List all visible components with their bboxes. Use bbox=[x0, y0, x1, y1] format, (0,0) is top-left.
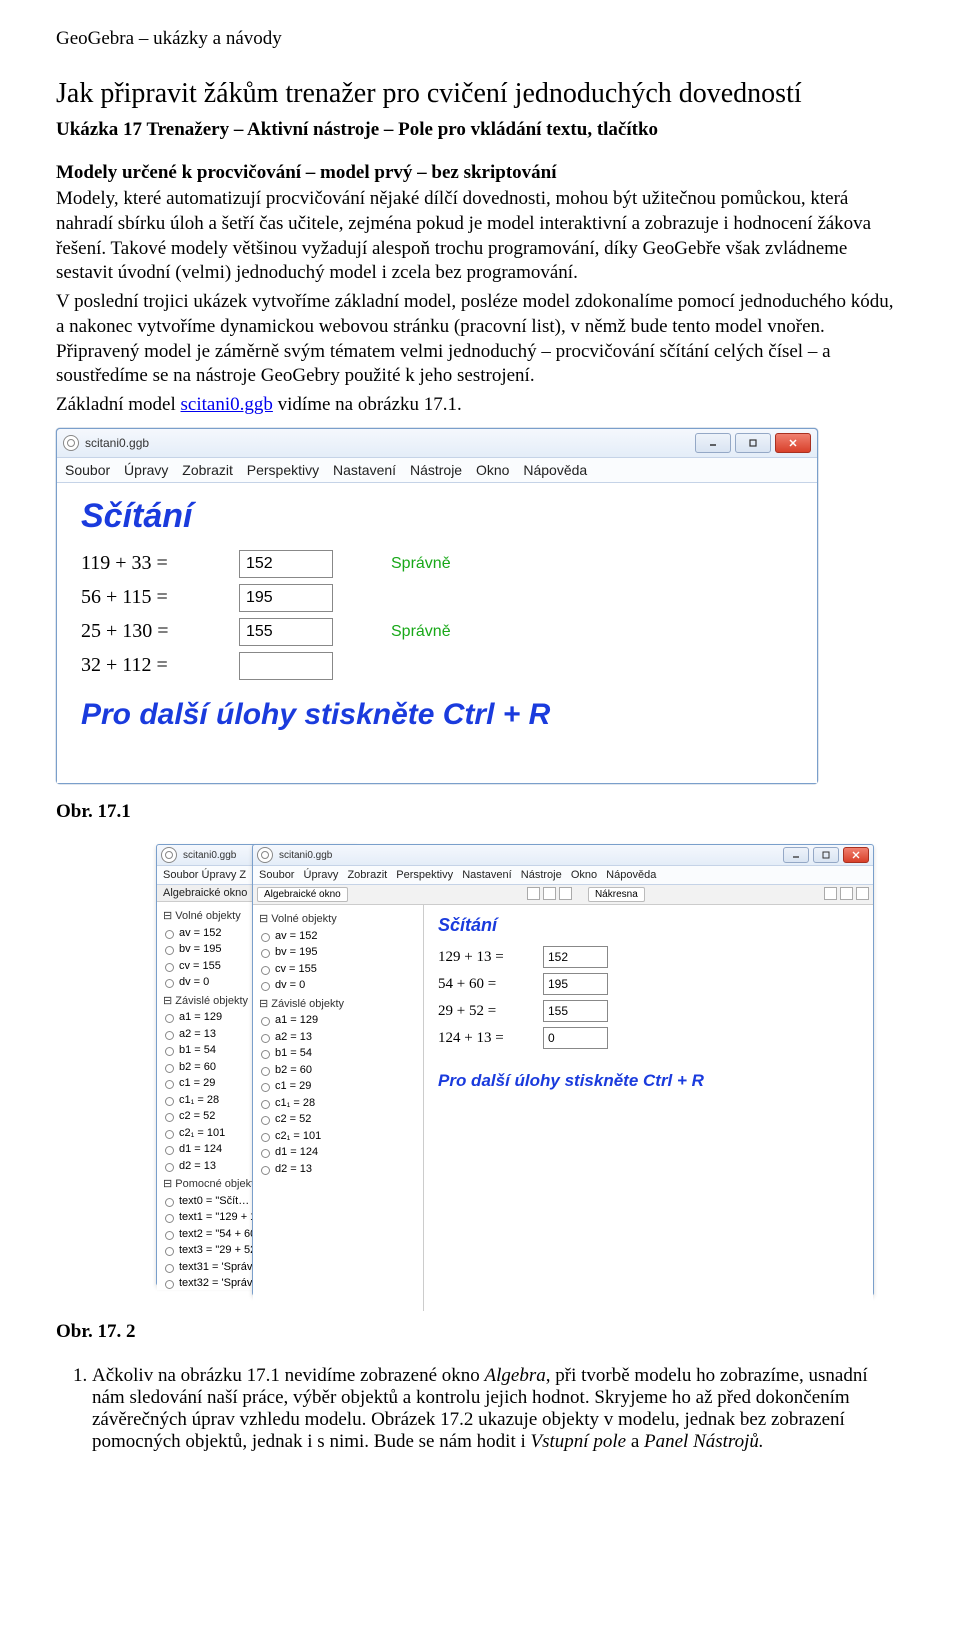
ctrl-r-hint: Pro další úlohy stiskněte Ctrl + R bbox=[81, 698, 793, 732]
list-item-1: Ačkoliv na obrázku 17.1 nevidíme zobraze… bbox=[92, 1365, 904, 1453]
li-italic-vstupni: Vstupní pole bbox=[531, 1431, 627, 1452]
menu-okno[interactable]: Okno bbox=[476, 462, 509, 478]
li-italic-panel: Panel Nástrojů. bbox=[644, 1431, 764, 1452]
page-title: Jak připravit žákům trenažer pro cvičení… bbox=[56, 78, 904, 110]
front-drawing-panel: Sčítání 129 + 13 = 54 + 60 = 29 + 52 = 1… bbox=[424, 905, 873, 1311]
mini-input-1[interactable] bbox=[543, 946, 608, 968]
menu-nastroje[interactable]: Nástroje bbox=[521, 869, 562, 881]
front-titlebar: scitani0.ggb bbox=[253, 845, 873, 866]
link-post: vidíme na obrázku 17.1. bbox=[273, 394, 462, 415]
maximize-button[interactable] bbox=[735, 433, 771, 453]
answer-input-2[interactable] bbox=[239, 584, 333, 612]
equation-row-2: 56 + 115 = bbox=[81, 584, 793, 612]
feedback-3: Správně bbox=[391, 623, 451, 641]
panel-icon[interactable] bbox=[559, 887, 572, 900]
figure-1-label: Obr. 17.1 bbox=[56, 800, 904, 825]
paragraph-1: Modely, které automatizují procvičování … bbox=[56, 187, 904, 286]
back-title: scitani0.ggb bbox=[183, 850, 236, 861]
menu-zobrazit[interactable]: Zobrazit bbox=[347, 869, 387, 881]
equation-text: 124 + 13 = bbox=[438, 1030, 533, 1047]
menu-upravy[interactable]: Úpravy bbox=[304, 869, 339, 881]
minimize-button[interactable] bbox=[695, 433, 731, 453]
screenshot-window-2: scitani0.ggb Soubor Úpravy Z Algebraické… bbox=[156, 844, 916, 1304]
menu-perspektivy[interactable]: Perspektivy bbox=[247, 462, 319, 478]
equation-text: 54 + 60 = bbox=[438, 976, 533, 993]
subtitle: Ukázka 17 Trenažery – Aktivní nástroje –… bbox=[56, 118, 904, 143]
figure-2-label: Obr. 17. 2 bbox=[56, 1320, 904, 1345]
menu-zobrazit[interactable]: Zobrazit bbox=[182, 462, 233, 478]
front-algebra-panel: ⊟ Volné objektyav = 152bv = 195cv = 155d… bbox=[253, 905, 424, 1311]
panel-icon[interactable] bbox=[527, 887, 540, 900]
window-title: scitani0.ggb bbox=[85, 436, 149, 450]
front-tree: ⊟ Volné objektyav = 152bv = 195cv = 155d… bbox=[253, 905, 423, 1313]
menu-nastroje[interactable]: Nástroje bbox=[410, 462, 462, 478]
menubar: Soubor Úpravy Zobrazit Perspektivy Nasta… bbox=[57, 458, 817, 483]
mini-row-1: 129 + 13 = bbox=[438, 946, 859, 968]
panel-icon[interactable] bbox=[824, 887, 837, 900]
equation-text: 32 + 112 = bbox=[81, 654, 221, 677]
menu-nastaveni[interactable]: Nastavení bbox=[462, 869, 512, 881]
li-text: a bbox=[626, 1431, 644, 1452]
geogebra-icon bbox=[257, 847, 273, 863]
answer-input-1[interactable] bbox=[239, 550, 333, 578]
front-title: scitani0.ggb bbox=[279, 850, 332, 861]
equation-text: 29 + 52 = bbox=[438, 1003, 533, 1020]
equation-text: 25 + 130 = bbox=[81, 620, 221, 643]
menu-nastaveni[interactable]: Nastavení bbox=[333, 462, 396, 478]
front-tabbar: Algebraické okno Nákresna bbox=[253, 885, 873, 905]
mini-row-2: 54 + 60 = bbox=[438, 973, 859, 995]
link-line: Základní model scitani0.ggb vidíme na ob… bbox=[56, 393, 904, 418]
mini-ctrl-r: Pro další úlohy stiskněte Ctrl + R bbox=[438, 1071, 859, 1091]
close-button[interactable] bbox=[775, 433, 811, 453]
window-body: Sčítání 119 + 33 = Správně 56 + 115 = 25… bbox=[57, 483, 817, 783]
geogebra-icon bbox=[161, 847, 177, 863]
intro-bold: Modely určené k procvičování – model prv… bbox=[56, 161, 904, 186]
panel-icon[interactable] bbox=[840, 887, 853, 900]
doc-header: GeoGebra – ukázky a návody bbox=[56, 28, 904, 50]
li-italic-algebra: Algebra bbox=[485, 1365, 546, 1386]
menu-upravy[interactable]: Úpravy bbox=[124, 462, 168, 478]
equation-row-1: 119 + 33 = Správně bbox=[81, 550, 793, 578]
tab-algebra[interactable]: Algebraické okno bbox=[257, 887, 348, 902]
mini-input-4[interactable] bbox=[543, 1027, 608, 1049]
equation-text: 129 + 13 = bbox=[438, 949, 533, 966]
link-pre: Základní model bbox=[56, 394, 181, 415]
equation-row-4: 32 + 112 = bbox=[81, 652, 793, 680]
menu-napoveda[interactable]: Nápověda bbox=[523, 462, 587, 478]
feedback-1: Správně bbox=[391, 555, 451, 573]
maximize-button[interactable] bbox=[813, 847, 839, 863]
tab-nakresna[interactable]: Nákresna bbox=[588, 887, 645, 902]
answer-input-4[interactable] bbox=[239, 652, 333, 680]
mini-input-3[interactable] bbox=[543, 1000, 608, 1022]
panel-icon[interactable] bbox=[543, 887, 556, 900]
close-button[interactable] bbox=[843, 847, 869, 863]
front-window: scitani0.ggb Soubor Úpravy Zobrazit Pers… bbox=[252, 844, 874, 1296]
equation-text: 56 + 115 = bbox=[81, 586, 221, 609]
menu-napoveda[interactable]: Nápověda bbox=[606, 869, 656, 881]
equation-row-3: 25 + 130 = Správně bbox=[81, 618, 793, 646]
answer-input-3[interactable] bbox=[239, 618, 333, 646]
front-menubar: Soubor Úpravy Zobrazit Perspektivy Nasta… bbox=[253, 866, 873, 885]
paragraph-2: V poslední trojici ukázek vytvoříme zákl… bbox=[56, 290, 904, 389]
geogebra-icon bbox=[63, 435, 79, 451]
mini-heading: Sčítání bbox=[438, 915, 859, 936]
minimize-button[interactable] bbox=[783, 847, 809, 863]
titlebar: scitani0.ggb bbox=[57, 429, 817, 458]
panel-icon[interactable] bbox=[856, 887, 869, 900]
menu-soubor[interactable]: Soubor bbox=[259, 869, 294, 881]
scitani-link[interactable]: scitani0.ggb bbox=[181, 394, 273, 415]
mini-row-4: 124 + 13 = bbox=[438, 1027, 859, 1049]
equation-text: 119 + 33 = bbox=[81, 552, 221, 575]
menu-perspektivy[interactable]: Perspektivy bbox=[396, 869, 453, 881]
menu-soubor[interactable]: Soubor bbox=[65, 462, 110, 478]
screenshot-window-1: scitani0.ggb Soubor Úpravy Zobrazit Pers… bbox=[56, 428, 818, 784]
li-text: Ačkoliv na obrázku 17.1 nevidíme zobraze… bbox=[92, 1365, 485, 1386]
scitani-heading: Sčítání bbox=[81, 497, 793, 536]
menu-okno[interactable]: Okno bbox=[571, 869, 597, 881]
mini-row-3: 29 + 52 = bbox=[438, 1000, 859, 1022]
mini-input-2[interactable] bbox=[543, 973, 608, 995]
